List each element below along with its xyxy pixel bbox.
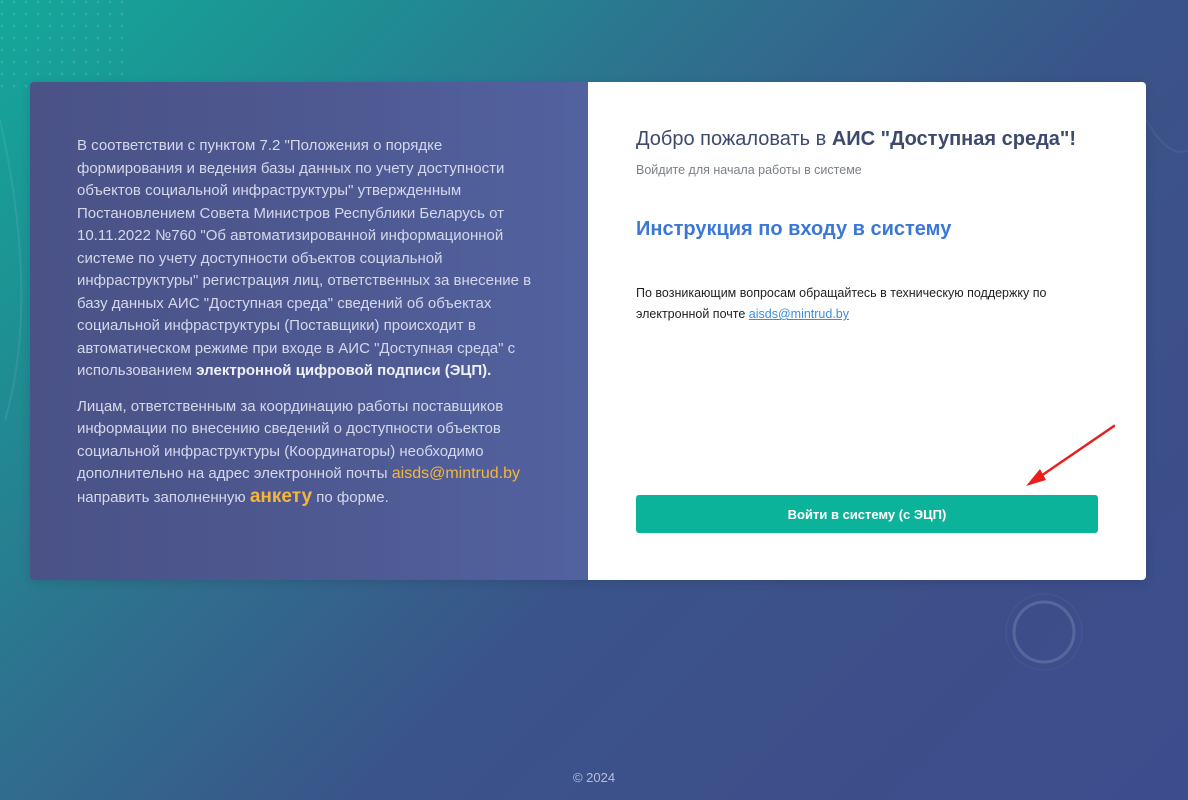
registration-text: В соответствии с пунктом 7.2 "Положения … bbox=[77, 137, 532, 379]
instruction-link[interactable]: Инструкция по входу в систему bbox=[636, 218, 1098, 241]
footer-copyright: © 2024 bbox=[572, 770, 616, 785]
login-card: В соответствии с пунктом 7.2 "Положения … bbox=[30, 82, 1146, 580]
coordinators-text-2: направить заполненную bbox=[77, 488, 246, 506]
system-name: АИС "Доступная среда"! bbox=[831, 128, 1077, 150]
support-text: По возникающим вопросам обращайтесь в те… bbox=[636, 283, 1098, 325]
info-panel: В соответствии с пунктом 7.2 "Положения … bbox=[30, 82, 588, 580]
coordinators-email-link[interactable]: aisds@mintrud.by bbox=[392, 465, 520, 482]
questionnaire-link[interactable]: анкету bbox=[250, 486, 312, 507]
info-paragraph-registration: В соответствии с пунктом 7.2 "Положения … bbox=[77, 135, 542, 383]
ecp-emphasis: электронной цифровой подписи (ЭЦП). bbox=[196, 362, 492, 379]
welcome-subtitle: Войдите для начала работы в системе bbox=[636, 163, 862, 177]
welcome-title: Добро пожаловать в АИС "Доступная среда"… bbox=[636, 128, 1098, 151]
login-panel: Добро пожаловать в АИС "Доступная среда"… bbox=[588, 82, 1146, 580]
support-email-link[interactable]: aisds@mintrud.by bbox=[749, 307, 849, 321]
info-paragraph-coordinators: Лицам, ответственным за координацию рабо… bbox=[77, 396, 542, 510]
welcome-prefix: Добро пожаловать в bbox=[636, 128, 827, 150]
coordinators-text-3: по форме. bbox=[316, 488, 389, 506]
login-ecp-button[interactable]: Войти в систему (с ЭЦП) bbox=[636, 495, 1098, 533]
